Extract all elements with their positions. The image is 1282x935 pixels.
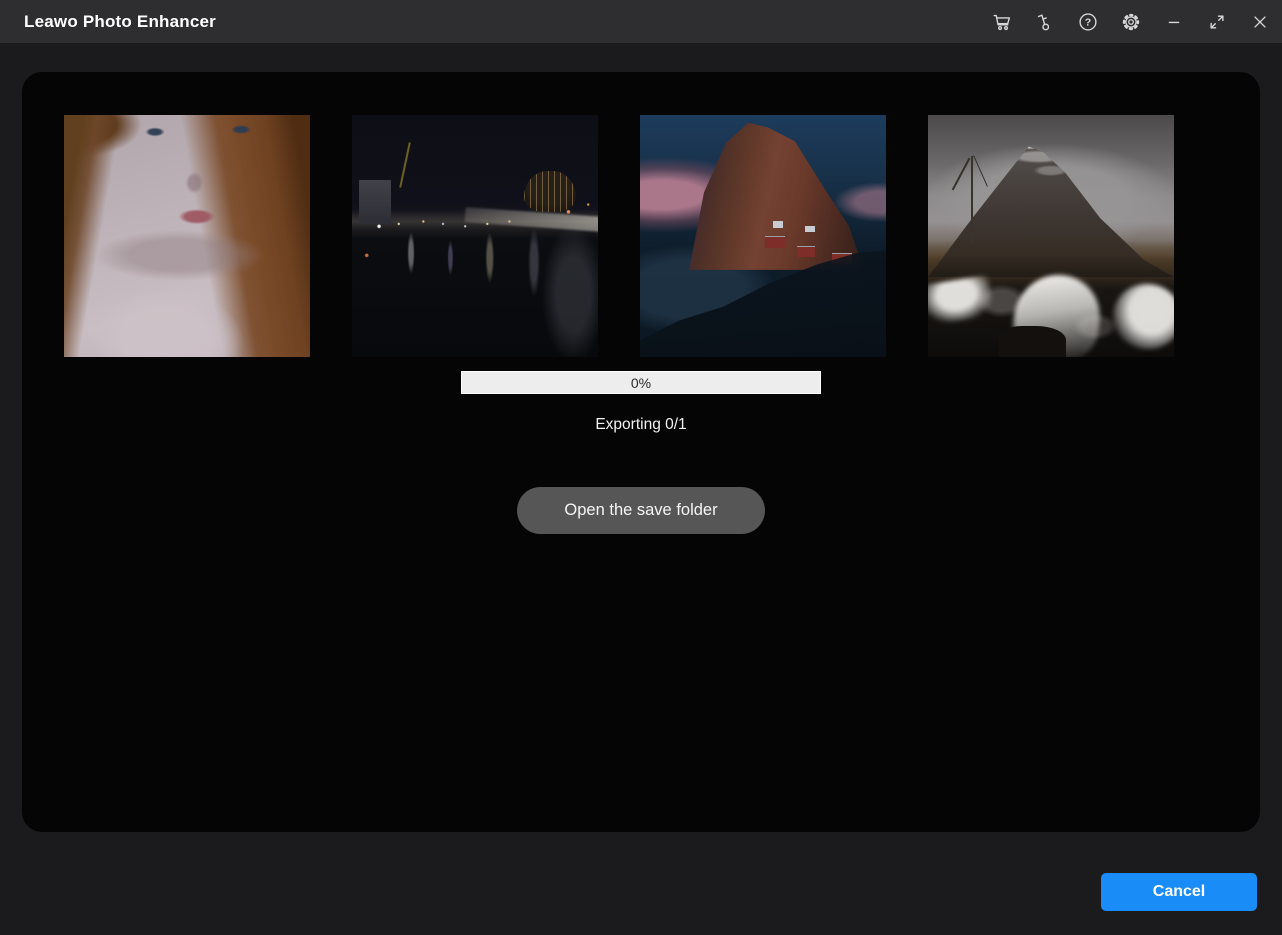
art-boulder — [999, 326, 1065, 357]
thumbnail-fjord-image — [640, 115, 886, 357]
minimize-icon[interactable] — [1162, 10, 1186, 34]
maximize-icon[interactable] — [1205, 10, 1229, 34]
register-key-icon[interactable] — [1033, 10, 1057, 34]
open-save-folder-button[interactable]: Open the save folder — [517, 487, 765, 534]
art-building — [359, 180, 391, 224]
export-progress-bar: 0% — [461, 371, 821, 394]
cancel-button[interactable]: Cancel — [1101, 873, 1257, 911]
thumbnail-harbor-image — [352, 115, 598, 357]
close-icon[interactable] — [1248, 10, 1272, 34]
art-red-cabin — [765, 236, 785, 248]
svg-text:?: ? — [1085, 16, 1091, 28]
art-quay — [465, 207, 598, 231]
thumbnail-row — [64, 115, 1174, 357]
art-tree — [971, 156, 973, 243]
app-window: Leawo Photo Enhancer ? — [0, 0, 1282, 935]
art-dome — [524, 171, 576, 212]
thumbnail-portrait-image — [64, 115, 310, 357]
settings-gear-icon[interactable] — [1119, 10, 1143, 34]
export-status-text: Exporting 0/1 — [22, 416, 1260, 434]
thumbnail-waterfall-image — [928, 115, 1174, 357]
art-crane — [399, 142, 411, 187]
art-tree-branch — [973, 155, 988, 186]
cart-icon[interactable] — [990, 10, 1014, 34]
app-title: Leawo Photo Enhancer — [0, 12, 216, 32]
titlebar-actions: ? — [990, 0, 1272, 43]
art-house — [773, 221, 783, 227]
art-house — [805, 226, 815, 232]
art-tree-branch — [952, 158, 971, 191]
progress-percent-label: 0% — [462, 372, 820, 393]
help-icon[interactable]: ? — [1076, 10, 1100, 34]
export-panel: 0% Exporting 0/1 Open the save folder — [22, 72, 1260, 832]
art-mountain — [640, 115, 886, 270]
title-bar: Leawo Photo Enhancer ? — [0, 0, 1282, 43]
art-red-cabin — [797, 246, 814, 257]
